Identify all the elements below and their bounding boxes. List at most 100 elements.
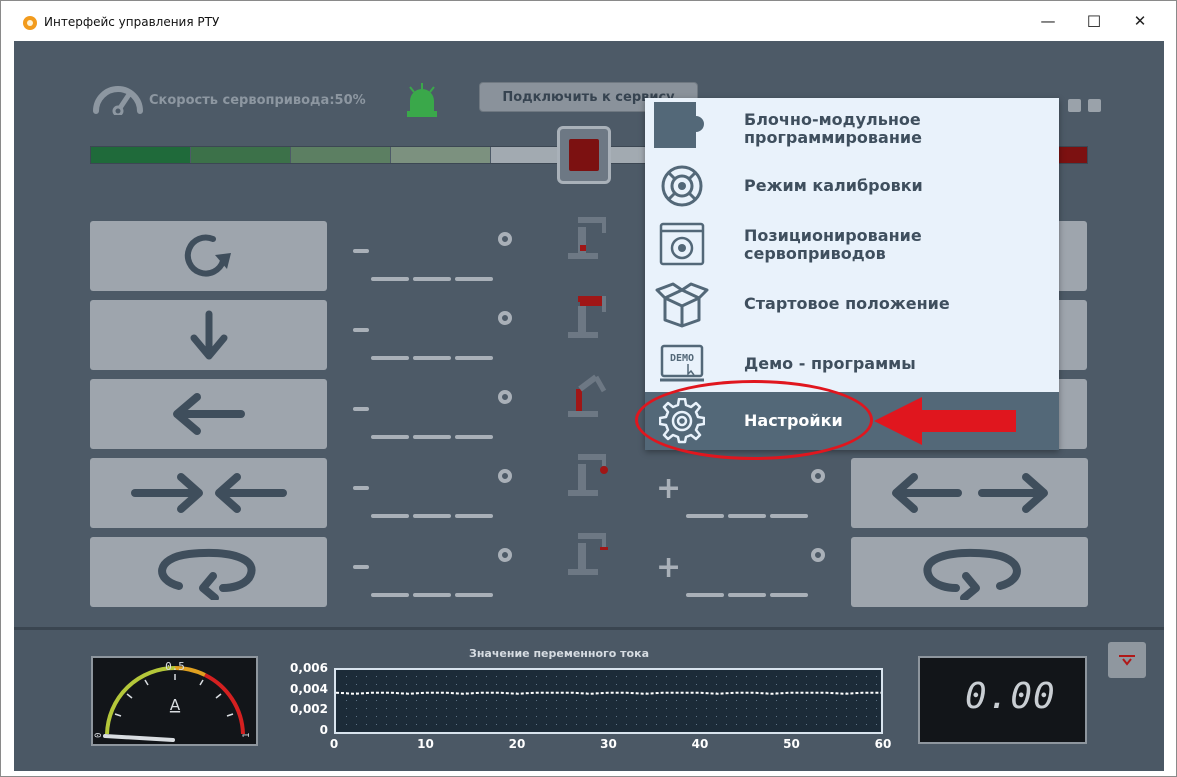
decrement-button[interactable] [353,486,369,490]
grid-dot [616,708,617,709]
speed-slider-handle[interactable] [557,126,611,184]
grid-dot [736,724,737,725]
right-edge-button[interactable] [1059,379,1087,449]
grid-dot [586,684,587,685]
y-tick-label: 0,004 [290,681,328,696]
grid-dot [606,708,607,709]
collapse-down-icon [1119,655,1135,666]
move-down-button[interactable] [90,300,327,370]
grid-dot [646,676,647,677]
grid-dot [746,708,747,709]
decrement-button[interactable] [353,407,369,411]
grid-dot [726,724,727,725]
menu-item-label: Стартовое положение [744,294,950,313]
menu-item-block-programming[interactable]: Блочно-модульное программирование [645,98,1059,156]
grid-dot [806,676,807,677]
menu-item-calibration[interactable]: Режим калибровки [645,156,1059,214]
grid-dot [846,676,847,677]
grid-dot [616,684,617,685]
grid-dot [496,708,497,709]
grid-dot [446,684,447,685]
grid-dot [406,724,407,725]
grid-dot [436,716,437,717]
x-tick-label: 10 [417,737,434,751]
grid-dot [446,724,447,725]
grid-dot [486,700,487,701]
grid-dot [456,684,457,685]
grid-dot [636,724,637,725]
grid-dot [606,676,607,677]
grid-dot [556,676,557,677]
grid-dot [686,708,687,709]
decrement-button[interactable] [353,249,369,253]
grid-dot [566,676,567,677]
grip-open-button[interactable] [851,458,1088,528]
grid-dot [826,716,827,717]
grid-dot [666,724,667,725]
readout-value: 0.00 [965,676,1056,717]
maximize-button[interactable]: ☐ [1071,1,1117,41]
increment-button[interactable]: + [656,553,681,583]
grid-dot [586,708,587,709]
grid-dot [496,716,497,717]
collapse-panel-button[interactable] [1108,642,1146,678]
grid-dot [476,684,477,685]
grid-dot [806,684,807,685]
grid-dot [616,724,617,725]
minimize-button[interactable]: — [1025,1,1071,41]
decrement-button[interactable] [353,328,369,332]
rotate-clockwise-button[interactable] [90,221,327,291]
rotate-clockwise-icon [184,234,231,277]
grid-dot [706,676,707,677]
right-edge-button[interactable] [1059,300,1087,370]
grid-dot [756,724,757,725]
rotate-base-button[interactable] [90,537,327,607]
grid-dot [376,700,377,701]
grid-dot [736,716,737,717]
grid-dot [666,716,667,717]
grid-dot [706,684,707,685]
grid-dot [426,708,427,709]
grid-dot [456,700,457,701]
speedometer-icon [93,86,143,115]
grid-dot [676,708,677,709]
grid-dot [446,700,447,701]
grid-dot [806,708,807,709]
move-left-button[interactable] [90,379,327,449]
grid-dot [386,676,387,677]
grip-close-button[interactable] [90,458,327,528]
grid-dot [516,700,517,701]
grid-dot [526,708,527,709]
grid-dot [786,700,787,701]
grid-dot [776,676,777,677]
grid-dot [596,716,597,717]
grid-dot [646,684,647,685]
grid-dot [376,684,377,685]
grid-dot [436,708,437,709]
grid-dot [836,684,837,685]
grid-dot [626,708,627,709]
grid-dot [356,708,357,709]
grid-dot [666,684,667,685]
grid-dot [346,724,347,725]
grid-dot [466,724,467,725]
grid-dot [406,684,407,685]
close-button[interactable]: ✕ [1117,1,1163,41]
decrement-button[interactable] [353,565,369,569]
grid-dot [466,700,467,701]
grid-dot [426,700,427,701]
right-edge-button[interactable] [1059,221,1087,291]
grid-dot [616,700,617,701]
increment-button[interactable]: + [656,474,681,504]
grid-dot [486,676,487,677]
grid-dot [846,724,847,725]
menu-item-servo-positioning[interactable]: Позиционирование сервоприводов [645,214,1059,274]
grid-dot [346,708,347,709]
menu-item-start-position[interactable]: Стартовое положение [645,274,1059,334]
grid-dot [546,684,547,685]
digital-readout: 0.00 [918,656,1087,744]
grid-dot [586,700,587,701]
rotate-base-reverse-button[interactable] [851,537,1088,607]
demo-icon: DEMO [660,344,704,382]
grid-dot [396,716,397,717]
